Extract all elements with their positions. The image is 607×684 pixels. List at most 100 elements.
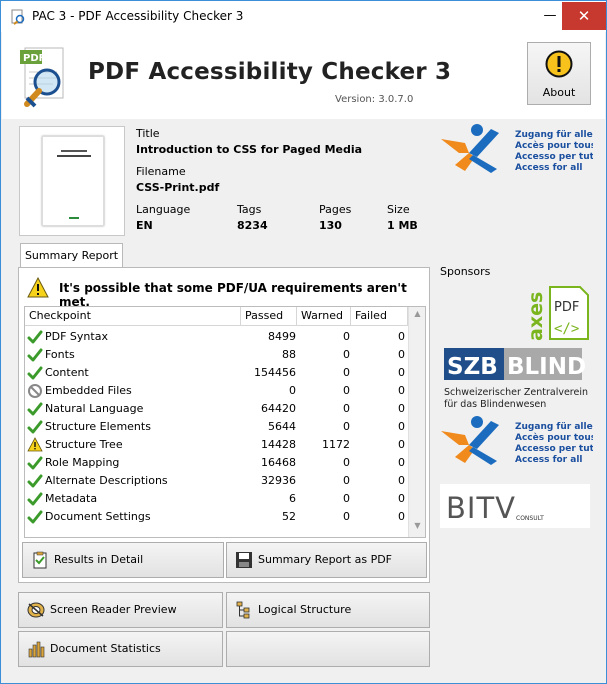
tree-structure-icon	[236, 601, 250, 619]
svg-text:BITV: BITV	[446, 491, 516, 525]
scroll-up-arrow[interactable]: ▲	[409, 309, 426, 323]
svg-text:Accesso per tutti: Accesso per tutti	[515, 152, 593, 162]
check-icon	[27, 348, 43, 362]
checkpoint-name: Alternate Descriptions	[45, 474, 168, 487]
checkpoint-name: Document Settings	[45, 510, 151, 523]
warning-icon	[27, 277, 49, 298]
table-row[interactable]: Metadata 6 0 0	[25, 490, 408, 508]
failed-count: 0	[398, 420, 405, 433]
table-row[interactable]: Structure Tree 14428 1172 0	[25, 436, 408, 454]
svg-text:</>: </>	[554, 321, 579, 337]
tab-summary-report[interactable]: Summary Report	[20, 243, 123, 268]
warned-count: 0	[343, 456, 350, 469]
table-row[interactable]: Content 154456 0 0	[25, 364, 408, 382]
passed-count: 6	[289, 492, 296, 505]
svg-text:Schweizerischer Zentralverein: Schweizerischer Zentralverein	[444, 387, 588, 398]
table-row[interactable]: Structure Elements 5644 0 0	[25, 418, 408, 436]
table-row[interactable]: Embedded Files 0 0 0	[25, 382, 408, 400]
warned-count: 0	[343, 510, 350, 523]
document-thumbnail	[19, 126, 125, 236]
warned-count: 0	[343, 402, 350, 415]
failed-count: 0	[398, 366, 405, 379]
table-row[interactable]: Role Mapping 16468 0 0	[25, 454, 408, 472]
sponsors-label: Sponsors	[440, 265, 491, 278]
table-row[interactable]: Alternate Descriptions 32936 0 0	[25, 472, 408, 490]
header: PDF PDF Accessibility Checker 3 Version:…	[2, 32, 605, 119]
document-statistics-label: Document Statistics	[50, 642, 161, 655]
col-header-failed[interactable]: Failed	[351, 307, 408, 325]
zugang-fuer-alle-logo-sponsor[interactable]: Zugang für alle Accès pour tous Accesso …	[439, 415, 593, 467]
thumbnail-page	[42, 136, 104, 226]
not-applicable-icon	[28, 384, 42, 398]
check-icon	[27, 366, 43, 380]
filename-value: CSS-Print.pdf	[136, 181, 220, 194]
results-in-detail-button[interactable]: Results in Detail	[22, 542, 224, 578]
szb-blind-logo[interactable]: SZB BLIND Schweizerischer Zentralverein …	[440, 346, 590, 410]
table-row[interactable]: Fonts 88 0 0	[25, 346, 408, 364]
svg-text:SZB: SZB	[447, 354, 498, 380]
warned-count: 0	[343, 474, 350, 487]
failed-count: 0	[398, 348, 405, 361]
minimize-button[interactable]: —	[535, 1, 565, 31]
title-label: Title	[136, 127, 160, 140]
svg-text:axes: axes	[526, 292, 547, 341]
failed-count: 0	[398, 330, 405, 343]
table-scrollbar[interactable]: ▲ ▼	[408, 307, 425, 537]
checkpoint-name: Role Mapping	[45, 456, 120, 469]
pages-value: 130	[319, 219, 342, 232]
size-value: 1 MB	[387, 219, 418, 232]
info-warning-icon	[545, 50, 573, 78]
checkpoint-name: Metadata	[45, 492, 98, 505]
failed-count: 0	[398, 402, 405, 415]
svg-text:Zugang für alle: Zugang für alle	[515, 130, 593, 140]
table-row[interactable]: Natural Language 64420 0 0	[25, 400, 408, 418]
logical-structure-button[interactable]: Logical Structure	[226, 592, 430, 628]
screen-reader-preview-label: Screen Reader Preview	[50, 603, 177, 616]
document-info: Title Introduction to CSS for Paged Medi…	[18, 125, 429, 239]
col-header-passed[interactable]: Passed	[241, 307, 297, 325]
warned-count: 0	[343, 348, 350, 361]
bitv-consult-logo[interactable]: BITV CONSULT	[440, 484, 590, 528]
document-statistics-button[interactable]: Document Statistics	[18, 631, 223, 667]
results-in-detail-label: Results in Detail	[54, 553, 144, 566]
app-name: PDF Accessibility Checker 3	[88, 59, 452, 85]
checkpoint-name: Natural Language	[45, 402, 144, 415]
clipboard-check-icon	[33, 551, 47, 569]
warned-count: 0	[343, 420, 350, 433]
warned-count: 0	[343, 366, 350, 379]
empty-tool-button	[226, 631, 430, 667]
status-message: It's possible that some PDF/UA requireme…	[59, 281, 407, 309]
axes-pdf-logo[interactable]: axes PDF </>	[526, 281, 592, 343]
zugang-fuer-alle-logo-top[interactable]: Zugang für alle Accès pour tous Accesso …	[439, 123, 593, 175]
failed-count: 0	[398, 510, 405, 523]
svg-text:PDF: PDF	[23, 53, 45, 64]
about-button[interactable]: About	[527, 42, 591, 105]
passed-count: 154456	[254, 366, 296, 379]
col-header-checkpoint[interactable]: Checkpoint	[25, 307, 241, 325]
table-row[interactable]: Document Settings 52 0 0	[25, 508, 408, 526]
save-disk-icon	[236, 552, 252, 568]
passed-count: 14428	[261, 438, 296, 451]
summary-report-panel: It's possible that some PDF/UA requireme…	[18, 267, 430, 583]
scroll-down-arrow[interactable]: ▼	[409, 521, 426, 535]
table-row[interactable]: PDF Syntax 8499 0 0	[25, 328, 408, 346]
close-button[interactable]: ✕	[562, 2, 606, 30]
passed-count: 64420	[261, 402, 296, 415]
warning-icon	[27, 437, 43, 452]
checkpoint-name: Content	[45, 366, 89, 379]
tags-value: 8234	[237, 219, 268, 232]
pac-logo: PDF	[20, 47, 64, 108]
size-label: Size	[387, 203, 410, 216]
svg-text:CONSULT: CONSULT	[516, 515, 544, 522]
svg-text:Access for all: Access for all	[515, 455, 583, 465]
checkpoint-name: PDF Syntax	[45, 330, 108, 343]
warned-count: 0	[343, 330, 350, 343]
check-icon	[27, 474, 43, 488]
checkpoint-table: Checkpoint Passed Warned Failed PDF Synt…	[24, 306, 426, 538]
failed-count: 0	[398, 438, 405, 451]
col-header-warned[interactable]: Warned	[297, 307, 351, 325]
failed-count: 0	[398, 474, 405, 487]
summary-report-pdf-button[interactable]: Summary Report as PDF	[226, 542, 427, 578]
screen-reader-preview-button[interactable]: Screen Reader Preview	[18, 592, 223, 628]
statistics-chart-icon	[28, 641, 45, 658]
